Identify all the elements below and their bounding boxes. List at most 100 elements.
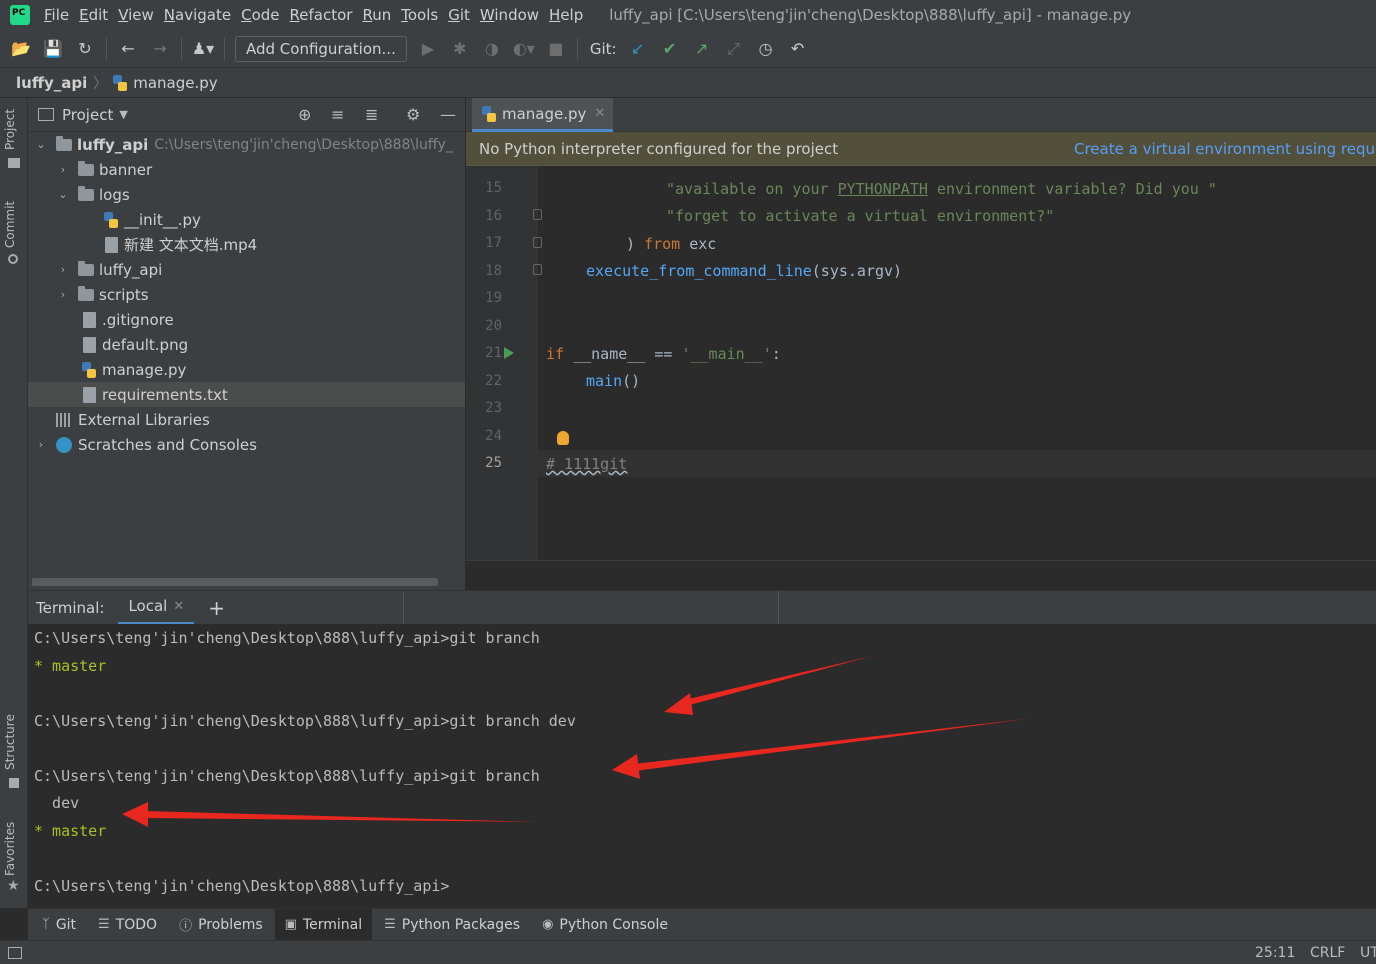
python-console-icon: ◉ [542, 917, 554, 932]
collapse-all-icon[interactable]: ≣ [365, 105, 378, 124]
window-title: luffy_api [C:\Users\teng'jin'cheng\Deskt… [609, 6, 1132, 24]
tool-tab-python-console[interactable]: ◉ Python Console [532, 909, 678, 941]
locate-file-icon[interactable]: ⊕ [298, 105, 311, 124]
git-rollback-icon[interactable]: ↶ [787, 38, 809, 60]
terminal-tab-local[interactable]: Local ✕ [118, 591, 195, 625]
add-configuration-button[interactable]: Add Configuration... [235, 35, 407, 62]
git-commit-icon[interactable]: ✔ [659, 38, 681, 60]
user-dropdown-icon[interactable]: ♟▾ [192, 38, 214, 60]
stripe-structure[interactable]: Structure [3, 714, 17, 770]
breadcrumb-project[interactable]: luffy_api [16, 74, 87, 92]
stop-icon[interactable]: ■ [545, 38, 567, 60]
tree-item-gitignore[interactable]: .gitignore [28, 307, 465, 332]
new-terminal-plus-icon[interactable]: + [208, 596, 225, 620]
tree-item-scripts[interactable]: › scripts [28, 282, 465, 307]
chevron-down-icon[interactable]: ⌄ [34, 138, 48, 151]
editor-tab-manage-py[interactable]: manage.py ✕ [472, 98, 614, 132]
tool-tab-todo[interactable]: ☰ TODO [88, 909, 167, 941]
fold-marker-icon[interactable] [533, 237, 542, 248]
tool-tab-label: Python Console [559, 916, 668, 933]
open-folder-icon[interactable]: 📂 [10, 38, 32, 60]
menu-edit[interactable]: Edit [79, 6, 108, 24]
menu-code[interactable]: Code [241, 6, 279, 24]
tree-item-requirements[interactable]: requirements.txt [28, 382, 465, 407]
tool-tab-python-packages[interactable]: ☰ Python Packages [374, 909, 530, 941]
stripe-favorites[interactable]: Favorites [3, 822, 17, 876]
fold-marker-icon[interactable] [533, 209, 542, 220]
tool-tab-git[interactable]: ᛉ Git [32, 909, 86, 941]
line-number: 16 [485, 207, 502, 224]
tree-item-external-libraries[interactable]: External Libraries [28, 407, 465, 432]
menu-git[interactable]: Git [448, 6, 470, 24]
breadcrumb-file[interactable]: manage.py [133, 74, 217, 92]
file-encoding[interactable]: UT [1360, 945, 1376, 961]
code-token: # 1111git [546, 455, 628, 473]
project-view-selector[interactable]: Project [62, 106, 113, 124]
chevron-right-icon[interactable]: › [56, 288, 70, 301]
expand-all-icon[interactable]: ≡ [331, 105, 344, 124]
close-icon[interactable]: ✕ [173, 599, 184, 614]
synchronize-icon[interactable]: ↻ [74, 38, 96, 60]
save-all-icon[interactable]: 💾 [42, 38, 64, 60]
menu-run[interactable]: Run [362, 6, 391, 24]
stripe-project[interactable]: Project [3, 109, 17, 150]
chevron-down-icon[interactable]: ⌄ [56, 188, 70, 201]
code-token: PYTHONPATH [837, 180, 928, 198]
coverage-icon[interactable]: ◑ [481, 38, 503, 60]
menu-view[interactable]: View [118, 6, 154, 24]
menu-navigate[interactable]: Navigate [164, 6, 231, 24]
chevron-down-icon[interactable]: ▼ [119, 108, 127, 121]
menu-tools[interactable]: Tools [401, 6, 438, 24]
tool-tab-terminal[interactable]: ▣ Terminal [274, 908, 373, 941]
git-compare-icon[interactable]: ⤢ [723, 38, 745, 60]
chevron-right-icon[interactable]: › [56, 163, 70, 176]
tree-item-mp4[interactable]: 新建 文本文档.mp4 [28, 232, 465, 257]
chevron-right-icon[interactable]: › [56, 263, 70, 276]
code-editor[interactable]: 15 16 17 18 19 20 21 22 23 24 25 "available on you… [466, 166, 1376, 560]
git-push-icon[interactable]: ↗ [691, 38, 713, 60]
chevron-right-icon[interactable]: › [34, 438, 48, 451]
hide-panel-icon[interactable]: — [440, 105, 456, 124]
close-icon[interactable]: ✕ [594, 106, 605, 121]
tree-item-banner[interactable]: › banner [28, 157, 465, 182]
menu-file[interactable]: File [44, 6, 69, 24]
caret-position[interactable]: 25:11 [1255, 945, 1295, 961]
run-gutter-icon[interactable] [504, 347, 514, 359]
line-number: 22 [485, 372, 502, 389]
create-venv-link[interactable]: Create a virtual environment using requi… [1074, 140, 1376, 158]
code-token: main [586, 372, 623, 390]
tree-item-init[interactable]: __init__.py [28, 207, 465, 232]
fold-marker-icon[interactable] [533, 264, 542, 275]
tree-item-default-png[interactable]: default.png [28, 332, 465, 357]
tree-item-manage-py[interactable]: manage.py [28, 357, 465, 382]
profile-icon[interactable]: ◐▾ [513, 38, 535, 60]
tree-root-path: C:\Users\teng'jin'cheng\Desktop\888\luff… [154, 136, 453, 153]
stripe-commit[interactable]: Commit [3, 201, 17, 248]
tree-item-logs[interactable]: ⌄ logs [28, 182, 465, 207]
back-arrow-icon[interactable]: ← [117, 38, 139, 60]
terminal-icon: ▣ [284, 917, 297, 932]
line-ending[interactable]: CRLF [1310, 945, 1345, 961]
git-update-icon[interactable]: ↙ [627, 38, 649, 60]
tool-tab-problems[interactable]: ⓘ Problems [169, 909, 273, 941]
terminal-output[interactable]: C:\Users\teng'jin'cheng\Desktop\888\luff… [28, 624, 1376, 908]
menu-refactor[interactable]: Refactor [290, 6, 353, 24]
terminal-label: Terminal: [36, 598, 105, 617]
run-icon[interactable]: ▶ [417, 38, 439, 60]
gear-icon[interactable]: ⚙ [406, 105, 420, 124]
toggle-tool-windows-icon[interactable] [8, 946, 22, 959]
menu-window[interactable]: Window [480, 6, 539, 24]
editor-tab-bar: manage.py ✕ [466, 98, 1376, 132]
tree-item-root[interactable]: ⌄ luffy_api C:\Users\teng'jin'cheng\Desk… [28, 132, 465, 157]
tree-item-luffy-api[interactable]: › luffy_api [28, 257, 465, 282]
python-file-icon [82, 361, 96, 378]
horizontal-scrollbar[interactable] [32, 578, 438, 586]
forward-arrow-icon[interactable]: → [149, 38, 171, 60]
menu-help[interactable]: Help [549, 6, 583, 24]
tree-item-scratches[interactable]: › Scratches and Consoles [28, 432, 465, 457]
lightbulb-icon[interactable] [557, 431, 569, 445]
git-history-icon[interactable]: ◷ [755, 38, 777, 60]
project-folder-icon [8, 158, 20, 168]
terminal-line: C:\Users\teng'jin'cheng\Desktop\888\luff… [34, 629, 540, 647]
debug-icon[interactable]: ✱ [449, 38, 471, 60]
